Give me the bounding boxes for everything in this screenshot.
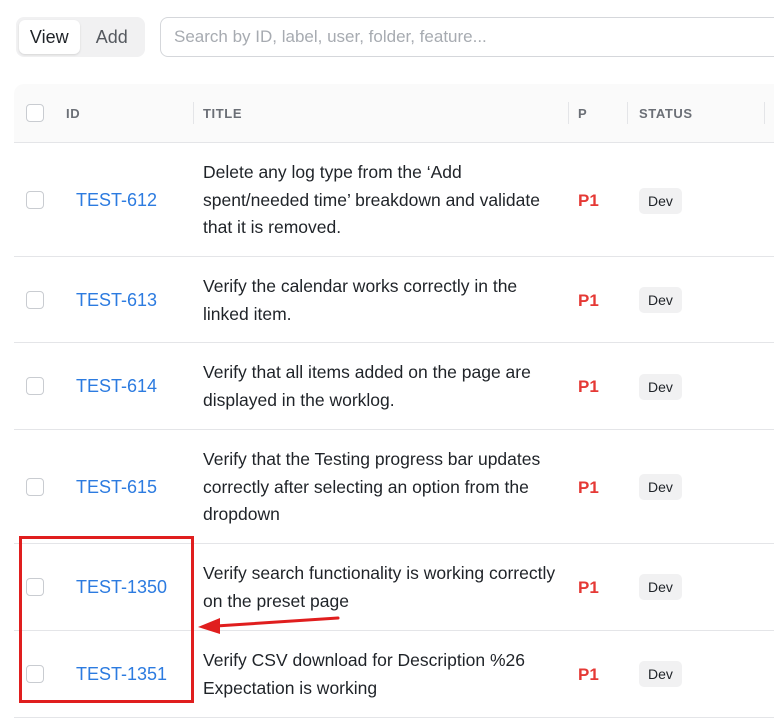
column-divider[interactable] — [627, 102, 628, 124]
test-id-link[interactable]: TEST-615 — [76, 477, 157, 498]
test-title: Verify that all items added on the page … — [203, 362, 531, 410]
view-add-toggle: View Add — [16, 17, 145, 57]
annotation-arrow-icon — [198, 616, 340, 634]
priority-label: P1 — [578, 578, 599, 597]
column-header-id[interactable]: ID — [66, 84, 80, 142]
priority-label: P1 — [578, 665, 599, 684]
priority-label: P1 — [578, 377, 599, 396]
test-id-link[interactable]: TEST-613 — [76, 290, 157, 311]
page: View Add ID TITLE P STATUS TEST-612 Dele… — [0, 0, 774, 719]
priority-label: P1 — [578, 478, 599, 497]
table-row[interactable]: TEST-615 Verify that the Testing progres… — [14, 430, 774, 544]
status-badge: Dev — [639, 661, 682, 687]
status-badge: Dev — [639, 188, 682, 214]
column-header-status[interactable]: STATUS — [639, 84, 693, 142]
test-id-link[interactable]: TEST-614 — [76, 376, 157, 397]
column-divider[interactable] — [764, 102, 765, 124]
column-divider[interactable] — [568, 102, 569, 124]
table-header: ID TITLE P STATUS — [14, 84, 774, 143]
column-header-priority[interactable]: P — [578, 84, 587, 142]
search-input[interactable] — [160, 17, 774, 57]
test-title: Verify that the Testing progress bar upd… — [203, 449, 541, 524]
status-badge: Dev — [639, 474, 682, 500]
row-checkbox[interactable] — [26, 291, 44, 309]
annotation-highlight-box — [19, 536, 194, 703]
row-checkbox[interactable] — [26, 478, 44, 496]
select-all-checkbox[interactable] — [26, 104, 44, 122]
table-row[interactable]: TEST-612 Delete any log type from the ‘A… — [14, 143, 774, 257]
view-button[interactable]: View — [19, 20, 80, 54]
test-id-link[interactable]: TEST-612 — [76, 190, 157, 211]
status-badge: Dev — [639, 574, 682, 600]
row-checkbox[interactable] — [26, 377, 44, 395]
status-badge: Dev — [639, 374, 682, 400]
status-badge: Dev — [639, 287, 682, 313]
test-title: Verify search functionality is working c… — [203, 563, 556, 611]
table-row[interactable]: TEST-614 Verify that all items added on … — [14, 343, 774, 430]
column-header-title[interactable]: TITLE — [203, 84, 242, 142]
priority-label: P1 — [578, 191, 599, 210]
test-title: Verify CSV download for Description %26 … — [203, 650, 525, 698]
test-title: Verify the calendar works correctly in t… — [203, 276, 518, 324]
column-divider[interactable] — [193, 102, 194, 124]
row-checkbox[interactable] — [26, 191, 44, 209]
test-title: Delete any log type from the ‘Add spent/… — [203, 162, 540, 237]
priority-label: P1 — [578, 291, 599, 310]
add-button[interactable]: Add — [82, 20, 143, 54]
table-row[interactable]: TEST-613 Verify the calendar works corre… — [14, 257, 774, 343]
